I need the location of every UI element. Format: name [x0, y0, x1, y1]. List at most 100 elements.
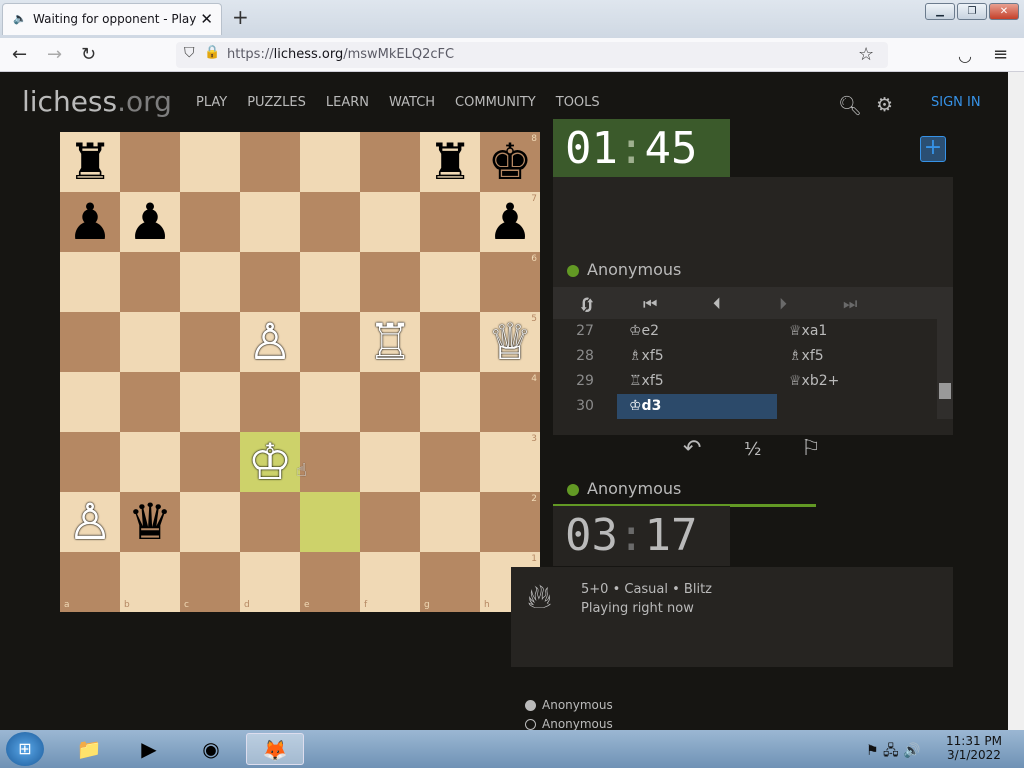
black-king-icon[interactable]: ♚ — [480, 132, 540, 192]
square-e5[interactable] — [300, 312, 360, 372]
new-tab-button[interactable]: + — [232, 5, 249, 29]
white-player[interactable]: Anonymous — [525, 698, 613, 712]
square-f6[interactable] — [360, 252, 420, 312]
square-g2[interactable] — [420, 492, 480, 552]
square-e6[interactable] — [300, 252, 360, 312]
add-time-button[interactable]: + — [920, 136, 946, 162]
square-f2[interactable] — [360, 492, 420, 552]
square-a4[interactable] — [60, 372, 120, 432]
square-f7[interactable] — [360, 192, 420, 252]
nav-puzzles[interactable]: PUZZLES — [247, 95, 306, 110]
black-move[interactable]: ♕xa1 — [777, 319, 937, 344]
start-button[interactable]: ⊞ — [6, 732, 44, 766]
white-queen-icon[interactable]: ♕ — [480, 312, 540, 372]
square-a3[interactable] — [60, 432, 120, 492]
current-move[interactable]: ♔d3 — [617, 394, 777, 419]
clock[interactable]: 11:31 PM 3/1/2022 — [944, 734, 1004, 762]
white-king-icon[interactable]: ♔ — [240, 432, 300, 492]
square-b5[interactable] — [120, 312, 180, 372]
black-move[interactable] — [777, 394, 937, 419]
hamburger-menu-icon[interactable]: ≡ — [993, 44, 1008, 65]
shield-icon[interactable]: ⛉ — [184, 45, 195, 61]
black-pawn-icon[interactable]: ♟ — [480, 192, 540, 252]
square-b6[interactable] — [120, 252, 180, 312]
page-scrollbar[interactable] — [1008, 72, 1024, 730]
square-c7[interactable] — [180, 192, 240, 252]
square-a5[interactable] — [60, 312, 120, 372]
flip-board-icon[interactable]: 🔄︎ — [579, 294, 595, 317]
square-g3[interactable] — [420, 432, 480, 492]
black-player[interactable]: Anonymous — [525, 717, 613, 731]
close-window-button[interactable]: ✕ — [989, 3, 1019, 20]
gear-icon[interactable]: ⚙ — [876, 94, 893, 116]
square-g7[interactable] — [420, 192, 480, 252]
volume-icon[interactable]: 🔊 — [903, 743, 920, 759]
last-move-icon[interactable]: ⏭ — [843, 294, 857, 314]
scrollbar-thumb[interactable] — [939, 383, 951, 399]
nav-learn[interactable]: LEARN — [326, 95, 369, 110]
chrome-icon[interactable]: ◉ — [186, 733, 236, 765]
black-move[interactable]: ♕xb2+ — [777, 369, 937, 394]
white-pawn-icon[interactable]: ♙ — [60, 492, 120, 552]
square-e7[interactable] — [300, 192, 360, 252]
move-list-scrollbar[interactable] — [937, 319, 953, 419]
square-f1[interactable] — [360, 552, 420, 612]
square-c6[interactable] — [180, 252, 240, 312]
black-pawn-icon[interactable]: ♟ — [120, 192, 180, 252]
resign-flag-icon[interactable]: ⚐ — [801, 436, 821, 461]
square-d8[interactable] — [240, 132, 300, 192]
square-c5[interactable] — [180, 312, 240, 372]
first-move-icon[interactable]: ⏮ — [643, 294, 657, 314]
square-e8[interactable] — [300, 132, 360, 192]
network-icon[interactable]: 🖧 — [883, 743, 899, 759]
square-b4[interactable] — [120, 372, 180, 432]
action-center-icon[interactable]: ⚑ — [866, 743, 879, 759]
black-move[interactable]: ♗xf5 — [777, 344, 937, 369]
square-d6[interactable] — [240, 252, 300, 312]
white-move[interactable]: ♔e2 — [617, 319, 777, 344]
square-d7[interactable] — [240, 192, 300, 252]
reload-icon[interactable]: ↻ — [81, 44, 96, 65]
speaker-icon[interactable]: 🔈 — [13, 12, 27, 25]
url-bar[interactable]: ⛉ 🔒 https://lichess.org/mswMkELQ2cFC — [176, 42, 888, 68]
next-move-icon[interactable]: ⏵ — [779, 294, 787, 314]
file-explorer-icon[interactable]: 📁 — [64, 733, 114, 765]
takeback-icon[interactable]: ↶ — [683, 436, 701, 461]
browser-tab[interactable]: 🔈 Waiting for opponent - Play Anonymous … — [2, 3, 222, 35]
black-rook-icon[interactable]: ♜ — [420, 132, 480, 192]
lock-icon[interactable]: 🔒 — [204, 45, 220, 60]
square-d2[interactable] — [240, 492, 300, 552]
white-move[interactable]: ♖xf5 — [617, 369, 777, 394]
square-c4[interactable] — [180, 372, 240, 432]
offer-draw-button[interactable]: ½ — [744, 439, 761, 460]
nav-community[interactable]: COMMUNITY — [455, 95, 536, 110]
firefox-icon[interactable]: 🦊 — [246, 733, 304, 765]
square-c1[interactable] — [180, 552, 240, 612]
chess-board[interactable]: 8 7 6 5 4 3 2 a b c d e f g h 1 ♜ ♜ ♚ ♟ ♟ ♟ ♙ ♖ ♕ ♔ ♙ ♛ ☝ — [60, 132, 540, 612]
previous-move-icon[interactable]: ⏴ — [713, 294, 721, 314]
bookmark-star-icon[interactable]: ☆ — [858, 44, 874, 65]
square-g6[interactable] — [420, 252, 480, 312]
nav-watch[interactable]: WATCH — [389, 95, 435, 110]
minimize-button[interactable]: ▁ — [925, 3, 955, 20]
square-e3[interactable] — [300, 432, 360, 492]
square-g4[interactable] — [420, 372, 480, 432]
square-f3[interactable] — [360, 432, 420, 492]
square-b3[interactable] — [120, 432, 180, 492]
restore-button[interactable]: ❐ — [957, 3, 987, 20]
pocket-icon[interactable]: ◡ — [958, 46, 972, 65]
black-rook-icon[interactable]: ♜ — [60, 132, 120, 192]
white-move[interactable]: ♗xf5 — [617, 344, 777, 369]
player-name-row[interactable]: Anonymous — [567, 479, 681, 498]
white-rook-icon[interactable]: ♖ — [360, 312, 420, 372]
black-pawn-icon[interactable]: ♟ — [60, 192, 120, 252]
square-f8[interactable] — [360, 132, 420, 192]
square-c2[interactable] — [180, 492, 240, 552]
nav-tools[interactable]: TOOLS — [556, 95, 600, 110]
square-c8[interactable] — [180, 132, 240, 192]
opponent-name-row[interactable]: Anonymous — [567, 260, 681, 279]
square-g5[interactable] — [420, 312, 480, 372]
square-e4[interactable] — [300, 372, 360, 432]
media-player-icon[interactable]: ▶ — [124, 733, 174, 765]
search-icon[interactable]: 🔍︎ — [838, 94, 862, 117]
